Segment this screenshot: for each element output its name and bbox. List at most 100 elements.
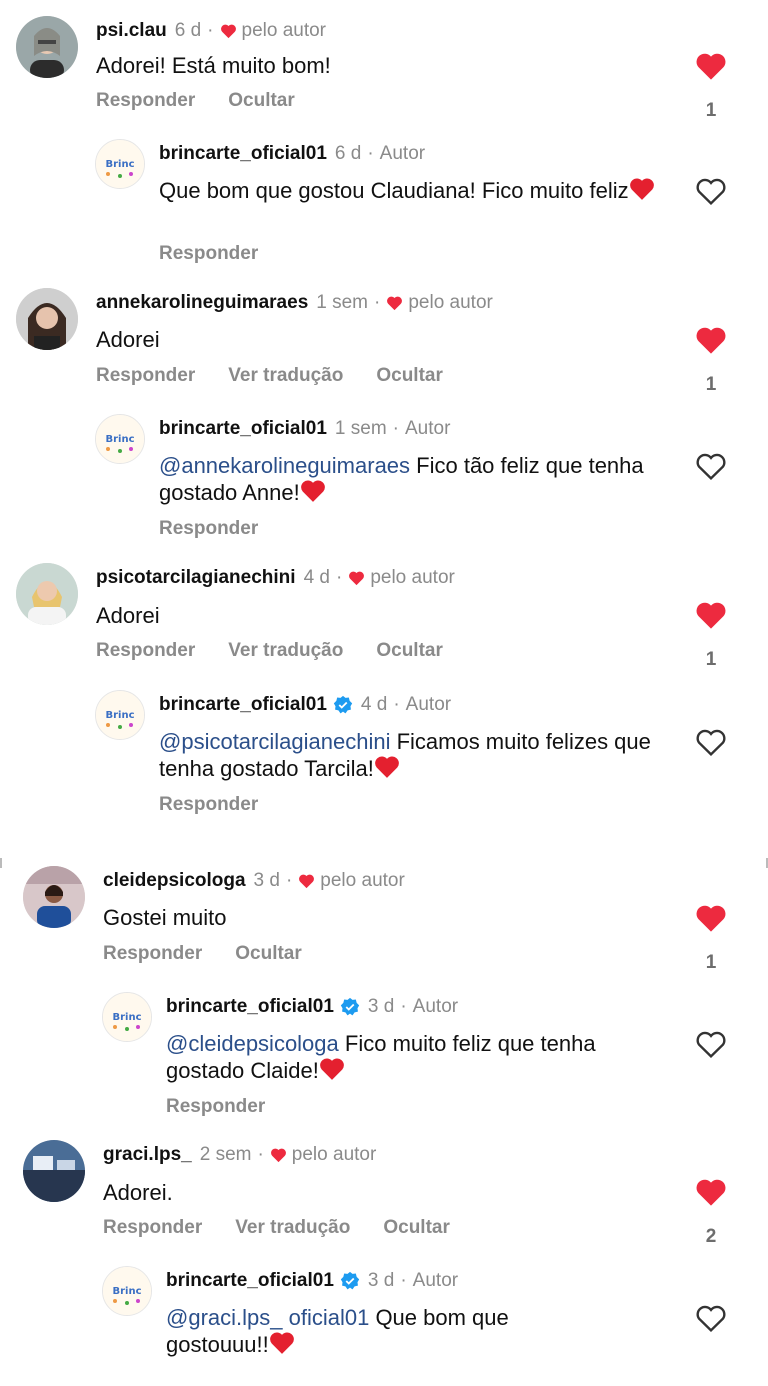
reply-time: 6 d xyxy=(334,143,362,164)
liked-by-author-label: pelo autor xyxy=(370,567,455,588)
like-heart-filled-icon[interactable] xyxy=(695,52,727,81)
author-label: Autor xyxy=(412,996,459,1017)
like-heart-outline-icon[interactable] xyxy=(695,1304,727,1333)
reply-button[interactable]: Responder xyxy=(96,640,195,662)
comment-actions: Responder Ocultar xyxy=(96,90,328,112)
like-heart-outline-icon[interactable] xyxy=(695,452,727,481)
comment-time: 1 sem xyxy=(316,292,369,313)
verified-badge-icon xyxy=(333,695,353,714)
reply-comment: Brinc brincarte_oficial01 3 d · Autor @c… xyxy=(0,992,768,1117)
reply-time: 1 sem xyxy=(334,418,387,439)
reply-actions: Responder xyxy=(166,1096,298,1118)
comment-meta: graci.lps_ 2 sem · pelo autor xyxy=(103,1144,376,1166)
comment-meta: annekarolineguimaraes 1 sem · pelo autor xyxy=(96,292,493,314)
reply-button[interactable]: Responder xyxy=(159,243,258,265)
reply-comment: Brinc brincarte_oficial01 4 d · Autor @p… xyxy=(0,690,768,815)
reply-username[interactable]: brincarte_oficial01 xyxy=(159,418,327,440)
brincarte-logo-avatar[interactable]: Brinc xyxy=(102,1266,152,1316)
verified-badge-icon xyxy=(340,1271,360,1290)
verified-badge-icon xyxy=(340,997,360,1016)
reply-text: @psicotarcilagianechini Ficamos muito fe… xyxy=(159,728,659,782)
separator-dot: · xyxy=(392,418,399,439)
user-avatar[interactable] xyxy=(16,16,78,78)
reply-username[interactable]: brincarte_oficial01 xyxy=(166,996,334,1018)
reply-button[interactable]: Responder xyxy=(159,794,258,816)
svg-text:Brinc: Brinc xyxy=(105,710,134,721)
red-heart-emoji-icon xyxy=(320,1058,344,1080)
user-avatar[interactable] xyxy=(23,1140,85,1202)
reply-actions: Responder xyxy=(159,794,291,816)
reply-actions: Responder xyxy=(159,518,291,540)
reply-button[interactable]: Responder xyxy=(96,365,195,387)
svg-text:Brinc: Brinc xyxy=(112,1012,141,1023)
translate-button[interactable]: Ver tradução xyxy=(228,640,343,662)
liked-by-author-label: pelo autor xyxy=(241,20,327,41)
separator-dot: · xyxy=(400,996,407,1017)
user-avatar[interactable] xyxy=(16,563,78,625)
reply-username[interactable]: brincarte_oficial01 xyxy=(166,1270,334,1292)
hide-button[interactable]: Ocultar xyxy=(376,365,443,387)
like-heart-outline-icon[interactable] xyxy=(695,177,727,206)
comment-username[interactable]: cleidepsicologa xyxy=(103,870,246,892)
red-heart-emoji-icon xyxy=(374,756,399,778)
mention-link[interactable]: @psicotarcilagianechini xyxy=(159,729,390,754)
reply-username[interactable]: brincarte_oficial01 xyxy=(159,694,327,716)
comment-text: Adorei. xyxy=(103,1180,173,1205)
reply-button[interactable]: Responder xyxy=(166,1096,265,1118)
user-avatar[interactable] xyxy=(23,866,85,928)
like-count: 1 xyxy=(705,100,717,121)
hide-button[interactable]: Ocultar xyxy=(383,1217,450,1239)
reply-meta: brincarte_oficial01 6 d · Autor xyxy=(159,143,425,165)
comment-username[interactable]: psi.clau xyxy=(96,20,167,42)
reply-meta: brincarte_oficial01 1 sem · Autor xyxy=(159,418,450,440)
translate-button[interactable]: Ver tradução xyxy=(228,365,343,387)
brincarte-logo-avatar[interactable]: Brinc xyxy=(95,690,145,740)
reply-username[interactable]: brincarte_oficial01 xyxy=(159,143,327,165)
author-label: Autor xyxy=(405,694,452,715)
author-label: Autor xyxy=(412,1270,459,1291)
red-heart-emoji-icon xyxy=(629,178,654,200)
reply-meta: brincarte_oficial01 3 d · Autor xyxy=(166,1270,458,1292)
reply-comment: Brinc brincarte_oficial01 3 d · Autor @g… xyxy=(0,1266,768,1386)
reply-comment: Brinc brincarte_oficial01 1 sem · Autor … xyxy=(0,414,768,539)
brincarte-logo-avatar[interactable]: Brinc xyxy=(95,139,145,189)
user-avatar[interactable] xyxy=(16,288,78,350)
mention-link[interactable]: @graci.lps_ oficial01 xyxy=(166,1305,369,1330)
reply-actions: Responder xyxy=(159,243,291,265)
reply-button[interactable]: Responder xyxy=(103,1217,202,1239)
reply-button[interactable]: Responder xyxy=(159,518,258,540)
reply-button[interactable]: Responder xyxy=(103,943,202,965)
like-heart-outline-icon[interactable] xyxy=(695,728,727,757)
comment-meta: psicotarcilagianechini 4 d · pelo autor xyxy=(96,567,455,589)
reply-text: @graci.lps_ oficial01 Que bom que gostou… xyxy=(166,1304,586,1358)
mention-link[interactable]: @annekarolineguimaraes xyxy=(159,453,410,478)
reply-meta: brincarte_oficial01 4 d · Autor xyxy=(159,694,451,716)
separator-dot: · xyxy=(257,1144,264,1165)
svg-text:Brinc: Brinc xyxy=(112,1286,141,1297)
comment-username[interactable]: annekarolineguimaraes xyxy=(96,292,308,314)
svg-text:Brinc: Brinc xyxy=(105,434,134,445)
hide-button[interactable]: Ocultar xyxy=(235,943,302,965)
heart-icon xyxy=(349,571,365,586)
like-heart-filled-icon[interactable] xyxy=(695,601,727,630)
separator-dot: · xyxy=(393,694,400,715)
comment: graci.lps_ 2 sem · pelo autor Adorei. Re… xyxy=(0,1140,768,1260)
comment-username[interactable]: psicotarcilagianechini xyxy=(96,567,296,589)
hide-button[interactable]: Ocultar xyxy=(228,90,295,112)
red-heart-emoji-icon xyxy=(269,1332,294,1354)
reply-text: @annekarolineguimaraes Fico tão feliz qu… xyxy=(159,452,659,506)
like-heart-filled-icon[interactable] xyxy=(695,1178,727,1207)
like-heart-filled-icon[interactable] xyxy=(695,326,727,355)
mention-link[interactable]: @cleidepsicologa xyxy=(166,1031,339,1056)
comment: psi.clau 6 d · pelo autor Adorei! Está m… xyxy=(0,16,768,136)
hide-button[interactable]: Ocultar xyxy=(376,640,443,662)
translate-button[interactable]: Ver tradução xyxy=(235,1217,350,1239)
like-heart-outline-icon[interactable] xyxy=(695,1030,727,1059)
author-label: Autor xyxy=(405,418,451,439)
brincarte-logo-avatar[interactable]: Brinc xyxy=(102,992,152,1042)
reply-button[interactable]: Responder xyxy=(96,90,195,112)
like-heart-filled-icon[interactable] xyxy=(695,904,727,933)
brincarte-logo-avatar[interactable]: Brinc xyxy=(95,414,145,464)
reply-time: 3 d xyxy=(367,996,395,1017)
comment-username[interactable]: graci.lps_ xyxy=(103,1144,192,1166)
